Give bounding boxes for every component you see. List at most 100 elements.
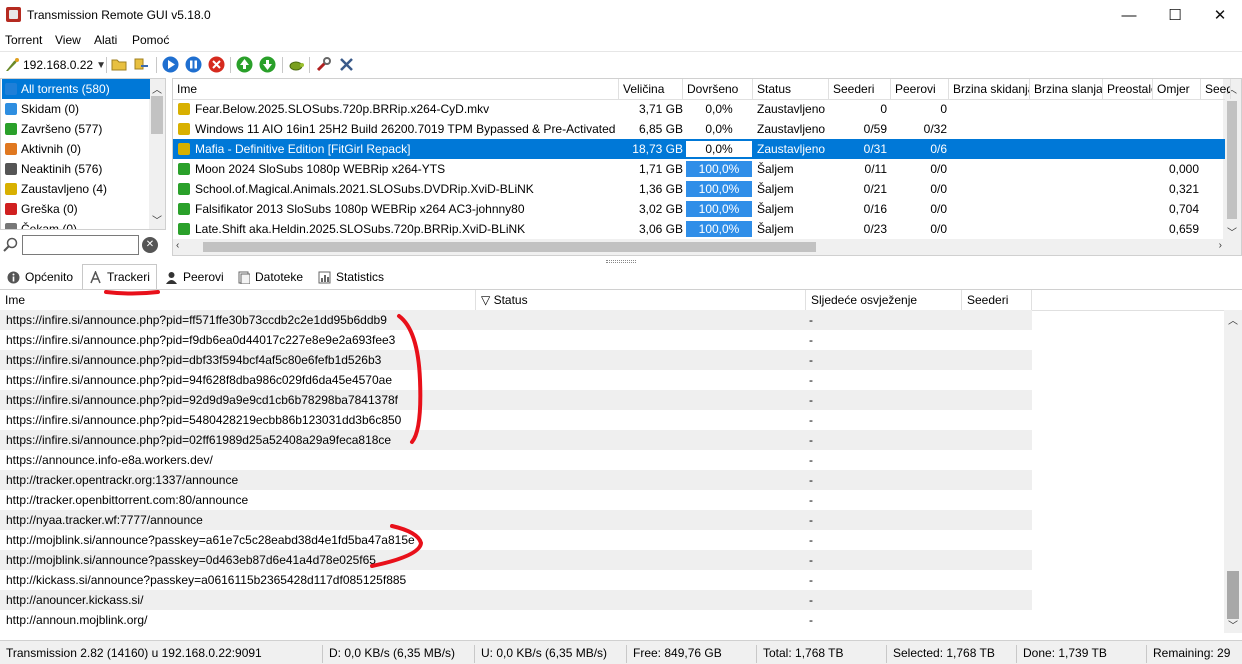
torrent-row[interactable]: Moon 2024 SloSubs 1080p WEBRip x264-YTS 1… [173,159,1225,179]
column-header[interactable]: Seeds [1201,79,1231,99]
column-header[interactable]: Veličina [619,79,683,99]
search-input[interactable] [22,235,139,255]
torrent-row[interactable]: Late.Shift aka.Heldin.2025.SLOSubs.720p.… [173,219,1225,239]
minimize-button[interactable]: — [1106,0,1152,30]
scrollbar-thumb[interactable] [151,96,163,134]
torrent-row[interactable]: School.of.Magical.Animals.2021.SLOSubs.D… [173,179,1225,199]
torrent-size: 6,85 GB [638,122,683,136]
tracker-row[interactable]: http://tracker.openbittorrent.com:80/ann… [0,490,1032,510]
column-header-name[interactable]: Ime [0,290,476,310]
filter-label: Skidam (0) [21,102,80,116]
torrent-row[interactable]: Windows 11 AIO 16in1 25H2 Build 26200.70… [173,119,1225,139]
tracker-scrollbar[interactable]: ︿ ﹀ [1224,310,1242,633]
torrent-vscrollbar[interactable]: ︿ ﹀ [1223,79,1241,255]
tab-opcenito[interactable]: Općenito [0,266,80,288]
host-selector[interactable]: 192.168.0.22 ▼ [4,56,106,74]
turtle-icon[interactable] [287,56,304,73]
filter-item[interactable]: Zaustavljeno (4) [2,179,150,199]
toolbar-divider [230,57,231,73]
status-connection: Transmission 2.82 (14160) u 192.168.0.22… [6,646,262,660]
maximize-button[interactable]: ☐ [1152,0,1198,30]
scroll-down-icon[interactable]: ﹀ [152,212,162,227]
move-up-icon[interactable] [236,56,253,73]
column-header[interactable]: Ime [173,79,619,99]
torrent-row[interactable]: Mafia - Definitive Edition [FitGirl Repa… [173,139,1225,159]
menu-view[interactable]: View [55,33,81,47]
tracker-row[interactable]: https://infire.si/announce.php?pid=54804… [0,410,1032,430]
move-down-icon[interactable] [259,56,276,73]
status-selected: Selected: 1,768 TB [886,645,1014,663]
start-icon[interactable] [162,56,179,73]
tracker-url: https://announce.info-e8a.workers.dev/ [6,453,213,467]
close-window-button[interactable]: ✕ [1197,0,1242,30]
scrollbar-thumb[interactable] [1227,571,1239,619]
tab-statistics[interactable]: Statistics [311,266,391,288]
pause-icon[interactable] [185,56,202,73]
tracker-row[interactable]: http://mojblink.si/announce?passkey=a61e… [0,530,1032,550]
tracker-next-update: - [809,553,813,567]
column-header-next-update[interactable]: Sljedeće osvježenje [806,290,962,310]
menu-alati[interactable]: Alati [94,33,117,47]
column-header-status[interactable]: ▽ Status [476,290,806,310]
torrent-name: Mafia - Definitive Edition [FitGirl Repa… [195,142,411,156]
column-header[interactable]: Seederi [829,79,891,99]
scrollbar-thumb[interactable] [1227,101,1237,219]
tracker-row[interactable]: http://tracker.opentrackr.org:1337/annou… [0,470,1032,490]
menu-torrent[interactable]: Torrent [5,33,42,47]
torrent-row[interactable]: Falsifikator 2013 SloSubs 1080p WEBRip x… [173,199,1225,219]
scroll-up-icon[interactable]: ︿ [1228,312,1238,327]
tools-icon[interactable] [338,56,355,73]
clear-search-icon[interactable]: ✕ [142,237,158,253]
column-header[interactable]: Brzina slanja [1030,79,1103,99]
column-header[interactable]: Dovršeno [683,79,753,99]
tracker-row[interactable]: http://mojblink.si/announce?passkey=0d46… [0,550,1032,570]
tab-trackeri[interactable]: Trackeri [82,264,157,289]
progress-label: 100,0% [698,222,740,236]
torrent-row[interactable]: Fear.Below.2025.SLOSubs.720p.BRRip.x264-… [173,99,1225,119]
tracker-row[interactable]: https://infire.si/announce.php?pid=02ff6… [0,430,1032,450]
scroll-up-icon[interactable]: ︿ [152,81,162,96]
add-link-icon[interactable] [133,56,150,73]
info-icon [7,271,20,283]
column-header-seeds[interactable]: Seederi [962,290,1032,310]
tracker-row[interactable]: http://anouncer.kickass.si/ - [0,590,1032,610]
scroll-left-icon[interactable]: ‹ [176,240,179,251]
column-header[interactable]: Brzina skidanja [949,79,1030,99]
remove-icon[interactable] [208,56,225,73]
filter-item[interactable]: Čekam (0) [2,219,150,229]
torrent-progress-bar: 100,0% [686,181,752,197]
scroll-down-icon[interactable]: ﹀ [1228,617,1238,632]
tracker-row[interactable]: https://infire.si/announce.php?pid=dbf33… [0,350,1032,370]
tracker-row[interactable]: http://announ.mojblink.org/ - [0,610,1032,630]
status-remaining: Remaining: 29 [1146,645,1242,663]
tracker-row[interactable]: https://infire.si/announce.php?pid=94f62… [0,370,1032,390]
scroll-down-icon[interactable]: ﹀ [1227,224,1237,239]
filter-item[interactable]: All torrents (580) [2,79,150,99]
tracker-row[interactable]: http://nyaa.tracker.wf:7777/announce - [0,510,1032,530]
tracker-row[interactable]: https://infire.si/announce.php?pid=ff571… [0,310,1032,330]
column-header[interactable]: Omjer [1153,79,1201,99]
column-header[interactable]: Peerovi [891,79,949,99]
settings-icon[interactable] [315,56,332,73]
tracker-row[interactable]: https://infire.si/announce.php?pid=92d9d… [0,390,1032,410]
tracker-row[interactable]: https://announce.info-e8a.workers.dev/ - [0,450,1032,470]
torrent-progress-bar: 0,0% [686,141,752,157]
filter-item[interactable]: Aktivnih (0) [2,139,150,159]
torrent-hscrollbar[interactable]: ‹ › [173,239,1225,255]
scrollbar-thumb[interactable] [203,242,816,252]
tab-peerovi[interactable]: Peerovi [158,266,231,288]
column-header[interactable]: Status [753,79,829,99]
scroll-right-icon[interactable]: › [1219,240,1222,251]
tracker-row[interactable]: http://kickass.si/announce?passkey=a0616… [0,570,1032,590]
tracker-row[interactable]: https://infire.si/announce.php?pid=f9db6… [0,330,1032,350]
splitter-handle[interactable] [606,260,636,263]
filter-item[interactable]: Neaktinih (576) [2,159,150,179]
menu-pomoc[interactable]: Pomoć [132,33,169,47]
filter-item[interactable]: Greška (0) [2,199,150,219]
filter-item[interactable]: Završeno (577) [2,119,150,139]
filter-scrollbar[interactable]: ︿ ﹀ [149,79,165,229]
column-header[interactable]: Preostalo [1103,79,1153,99]
open-folder-icon[interactable] [111,56,128,73]
tab-datoteke[interactable]: Datoteke [230,266,310,288]
filter-item[interactable]: Skidam (0) [2,99,150,119]
